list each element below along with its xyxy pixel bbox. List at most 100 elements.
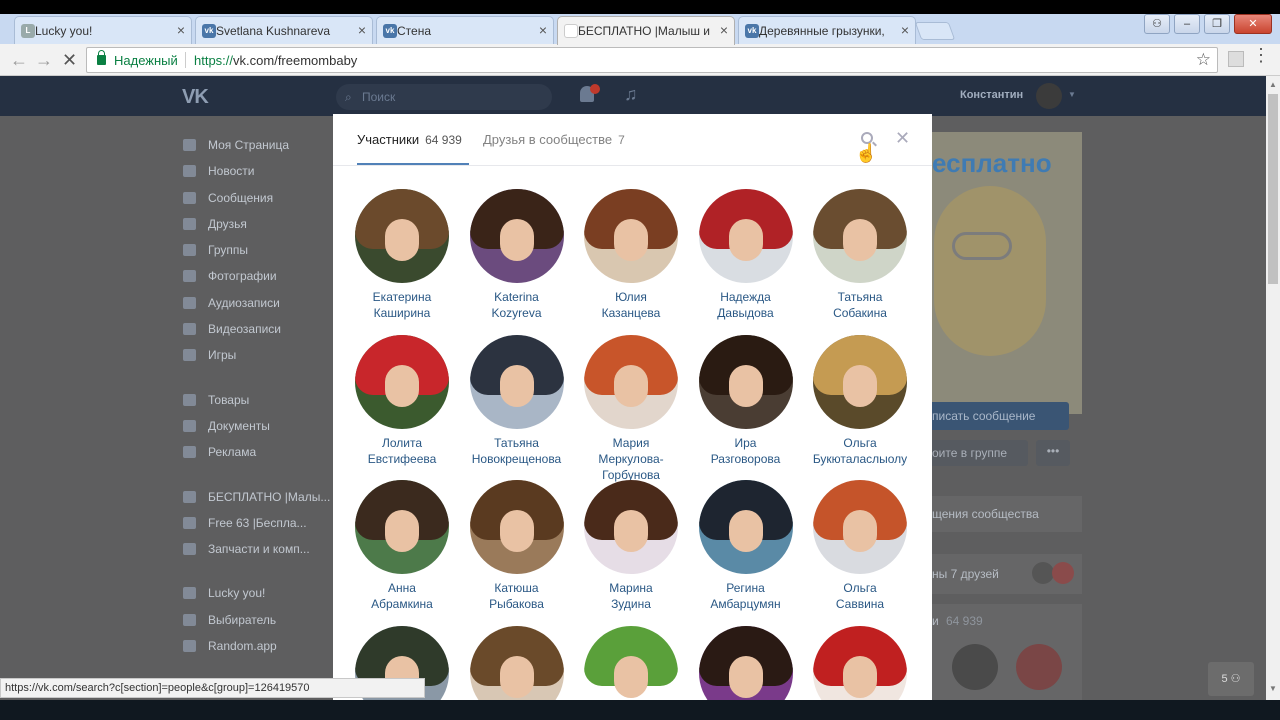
member-card[interactable]: Регина Амбарцумян (689, 480, 803, 612)
member-card[interactable]: Марина Зудина (574, 480, 688, 612)
close-icon[interactable]: ✕ (895, 128, 910, 149)
member-avatar[interactable] (698, 189, 793, 283)
menu-item-goods[interactable]: Товары (182, 387, 332, 413)
tab-close-icon[interactable]: × (901, 22, 909, 38)
scroll-down-icon[interactable]: ▼ (1269, 684, 1277, 693)
menu-item-games[interactable]: Игры (182, 342, 332, 368)
member-avatar[interactable] (813, 334, 907, 429)
menu-item-app-3[interactable]: Random.app (182, 633, 332, 659)
member-avatar[interactable] (813, 189, 907, 283)
chrome-menu-icon[interactable]: ⋮ (1252, 46, 1270, 64)
menu-item-group-1[interactable]: БЕСПЛАТНО |Малы... (182, 484, 332, 510)
music-note-icon[interactable]: ♫ (624, 84, 638, 105)
member-card[interactable]: Лолита Евстифеева (345, 334, 459, 467)
member-name-link[interactable]: Марина Зудина (574, 580, 688, 612)
menu-item-app-2[interactable]: Выбиратель (182, 607, 332, 633)
chevron-down-icon[interactable]: ▼ (1068, 90, 1076, 99)
browser-tab-1[interactable]: vk Svetlana Kushnareva × (195, 16, 373, 44)
browser-tab-4[interactable]: vk Деревянные грызунки, × (738, 16, 916, 44)
member-card[interactable]: Надежда Давыдова (689, 189, 803, 321)
member-name-link[interactable]: Ольга Букюталаслыолу (803, 435, 917, 467)
scroll-up-icon[interactable]: ▲ (1269, 80, 1277, 89)
user-icon[interactable]: ⚇ (1144, 14, 1170, 34)
member-name-link[interactable]: Екатерина Каширина (345, 289, 459, 321)
vk-search-input[interactable]: ⌕ Поиск (336, 84, 552, 110)
member-card[interactable]: Юлия Казанцева (574, 189, 688, 321)
notifications-card[interactable]: щения сообщества (932, 496, 1082, 532)
menu-item-ads[interactable]: Реклама (182, 439, 332, 465)
member-avatar[interactable] (469, 480, 564, 574)
vk-logo-icon[interactable]: VK (182, 86, 209, 109)
extension-icon[interactable] (1228, 51, 1244, 67)
member-card[interactable]: Татьяна Собакина (803, 189, 917, 321)
menu-item-audio[interactable]: Аудиозаписи (182, 290, 332, 316)
menu-item-photos[interactable]: Фотографии (182, 263, 332, 289)
browser-tab-3[interactable]: БЕСПЛАТНО |Малыш и × (557, 16, 735, 45)
member-name-link[interactable]: Юлия Казанцева (574, 289, 688, 321)
member-card[interactable]: Ира Разговорова (689, 334, 803, 467)
friend-avatar[interactable] (1052, 562, 1074, 584)
member-card[interactable]: Анна Абрамкина (345, 480, 459, 612)
member-name-link[interactable]: Татьяна Собакина (803, 289, 917, 321)
browser-tab-2[interactable]: vk Стена × (376, 16, 554, 44)
member-avatar[interactable] (813, 625, 907, 700)
member-card[interactable]: Татьяна Новокрещенова (460, 334, 574, 467)
maximize-icon[interactable]: ❐ (1204, 14, 1230, 34)
new-tab-button[interactable] (914, 22, 956, 40)
tab-friends-in-community[interactable]: Друзья в сообществе 7 (483, 132, 625, 147)
avatar[interactable] (1036, 83, 1062, 109)
address-bar[interactable]: Надежный https://vk.com/freemombaby ☆ (86, 47, 1218, 73)
member-avatar[interactable] (952, 644, 998, 690)
in-group-button[interactable]: оите в группе (932, 440, 1028, 466)
menu-item-my-page[interactable]: Моя Страница (182, 132, 332, 158)
menu-item-group-3[interactable]: Запчасти и комп... (182, 536, 332, 562)
menu-item-groups[interactable]: Группы (182, 237, 332, 263)
tab-close-icon[interactable]: × (177, 22, 185, 38)
member-card[interactable]: Мария Меркулова-Горбунова (574, 334, 688, 483)
member-card[interactable] (460, 625, 574, 700)
member-name-link[interactable]: Ольга Саввина (803, 580, 917, 612)
member-avatar[interactable] (469, 334, 564, 429)
member-avatar[interactable] (698, 625, 793, 700)
menu-item-documents[interactable]: Документы (182, 413, 332, 439)
member-card[interactable]: Ольга Саввина (803, 480, 917, 612)
member-avatar[interactable] (698, 334, 793, 429)
url-text[interactable]: https://vk.com/freemombaby (194, 53, 357, 68)
member-avatar[interactable] (584, 334, 678, 429)
bookmark-star-icon[interactable]: ☆ (1196, 50, 1211, 70)
member-name-link[interactable]: Анна Абрамкина (345, 580, 459, 612)
online-friends-button[interactable]: 5 ⚇ (1208, 662, 1254, 696)
friends-card[interactable]: ны 7 друзей (932, 554, 1082, 594)
member-name-link[interactable]: Лолита Евстифеева (345, 435, 459, 467)
member-card[interactable]: Катюша Рыбакова (460, 480, 574, 612)
friend-avatar[interactable] (1032, 562, 1054, 584)
member-card[interactable]: Ольга Букюталаслыолу (803, 334, 917, 467)
member-avatar[interactable] (469, 189, 564, 283)
members-card[interactable]: и 64 939 (932, 604, 1082, 700)
tab-close-icon[interactable]: × (358, 22, 366, 38)
menu-item-video[interactable]: Видеозаписи (182, 316, 332, 342)
member-name-link[interactable]: Katerina Kozyreva (460, 289, 574, 321)
member-card[interactable]: Katerina Kozyreva (460, 189, 574, 321)
member-avatar[interactable] (355, 334, 449, 429)
member-avatar[interactable] (584, 189, 678, 283)
window-close-icon[interactable]: ✕ (1234, 14, 1272, 34)
member-card[interactable] (803, 625, 917, 700)
tab-close-icon[interactable]: × (720, 22, 728, 38)
write-message-button[interactable]: писать сообщение (932, 402, 1069, 430)
member-card[interactable] (574, 625, 688, 700)
member-name-link[interactable]: Регина Амбарцумян (689, 580, 803, 612)
more-actions-button[interactable]: ••• (1036, 440, 1070, 466)
member-avatar[interactable] (469, 625, 564, 700)
menu-item-app-1[interactable]: Lucky you! (182, 580, 332, 606)
browser-tab-0[interactable]: L Lucky you! × (14, 16, 192, 44)
member-avatar[interactable] (355, 480, 449, 574)
menu-item-messages[interactable]: Сообщения (182, 185, 332, 211)
stop-loading-icon[interactable]: ✕ (62, 50, 77, 71)
member-name-link[interactable]: Мария Меркулова-Горбунова (574, 435, 688, 483)
menu-item-news[interactable]: Новости (182, 158, 332, 184)
member-name-link[interactable]: Ира Разговорова (689, 435, 803, 467)
menu-item-friends[interactable]: Друзья (182, 211, 332, 237)
member-name-link[interactable]: Татьяна Новокрещенова (460, 435, 574, 467)
user-name[interactable]: Константин (960, 89, 1023, 101)
